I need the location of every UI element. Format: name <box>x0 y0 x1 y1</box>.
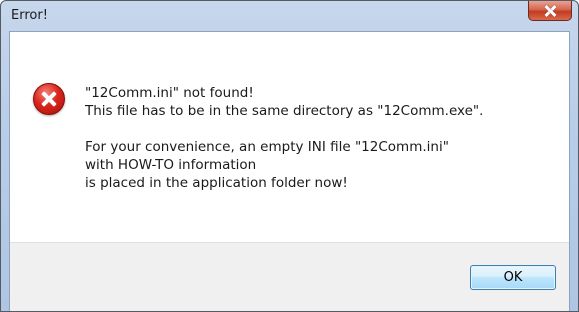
ok-button[interactable]: OK <box>470 265 556 290</box>
error-icon <box>33 83 65 115</box>
error-message: "12Comm.ini" not found! This file has to… <box>85 84 483 192</box>
message-line: with HOW-TO information <box>85 157 257 173</box>
message-line: "12Comm.ini" not found! <box>85 85 254 101</box>
message-line: For your convenience, an empty INI file … <box>85 139 449 155</box>
error-dialog-window: Error! "12Comm.ini" not found! This file… <box>0 0 579 312</box>
dialog-client-area: "12Comm.ini" not found! This file has to… <box>9 31 570 311</box>
message-line: This file has to be in the same director… <box>85 103 484 119</box>
dialog-content: "12Comm.ini" not found! This file has to… <box>10 32 569 242</box>
message-line: is placed in the application folder now! <box>85 175 348 191</box>
window-title: Error! <box>11 8 48 23</box>
close-icon <box>544 5 556 17</box>
title-bar[interactable]: Error! <box>1 1 578 31</box>
dialog-button-bar: OK <box>10 242 569 311</box>
close-button[interactable] <box>528 1 572 21</box>
